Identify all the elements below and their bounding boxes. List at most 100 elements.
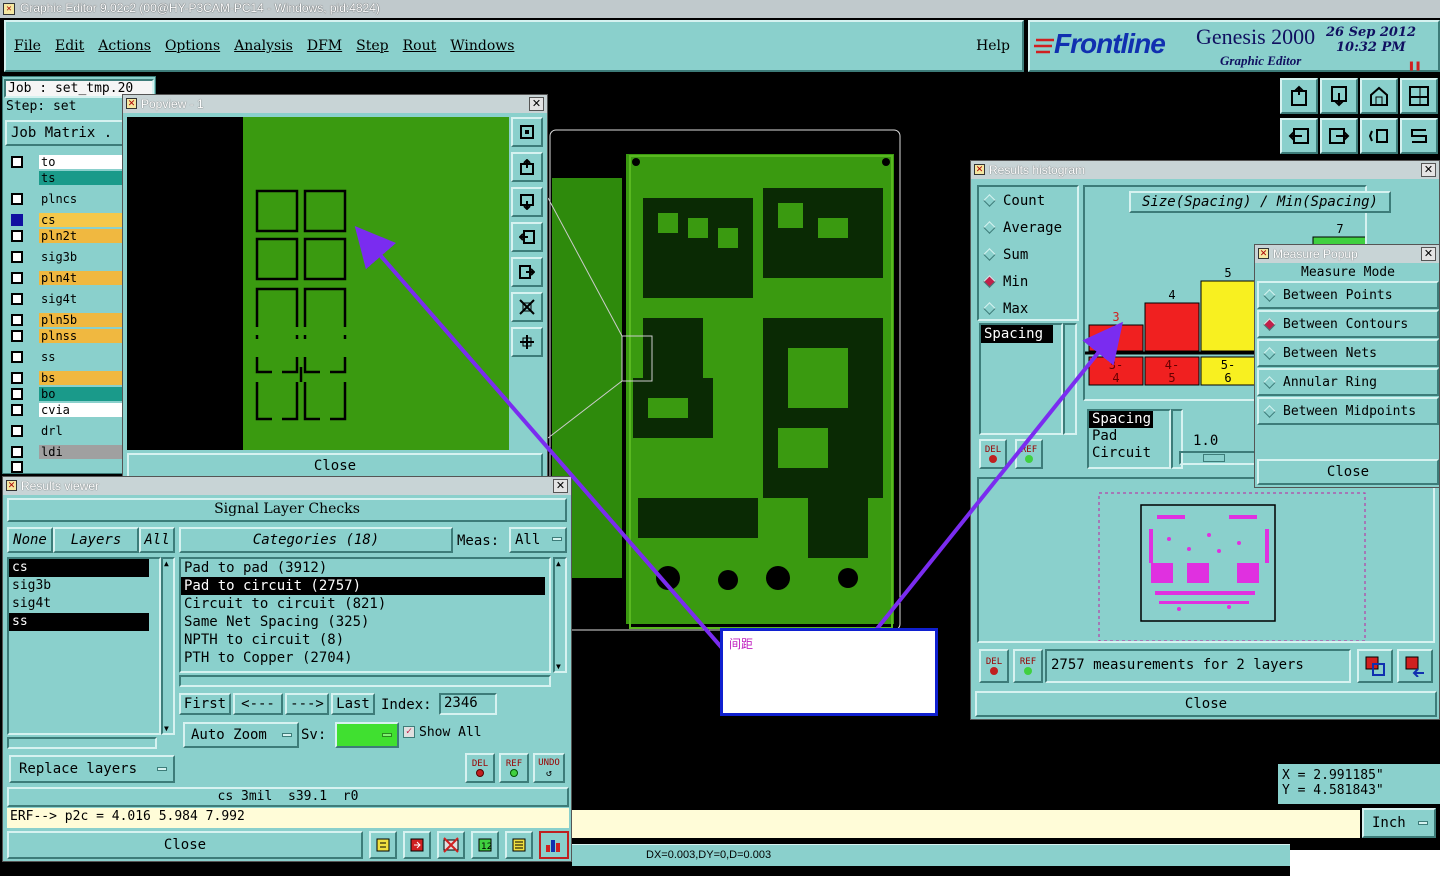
toolbar-left-icon[interactable] bbox=[1280, 118, 1318, 154]
layer-checkbox[interactable] bbox=[11, 351, 23, 363]
measure-between-contours[interactable]: Between Contours bbox=[1257, 310, 1439, 338]
layer-checkbox[interactable] bbox=[11, 156, 23, 168]
mode-max[interactable]: Max bbox=[983, 301, 1028, 317]
hist-ref-button[interactable]: REF bbox=[1015, 439, 1043, 469]
histogram-preview[interactable] bbox=[977, 477, 1435, 643]
layer-checkbox[interactable] bbox=[11, 272, 23, 284]
popview-zoom-icon[interactable] bbox=[511, 117, 543, 147]
export-icon[interactable] bbox=[403, 831, 431, 859]
layer-row[interactable]: sig3b bbox=[11, 250, 125, 264]
report-icon[interactable] bbox=[369, 831, 397, 859]
toolbar-house-icon[interactable] bbox=[1360, 78, 1398, 114]
layer-checkbox[interactable] bbox=[11, 193, 23, 205]
popview-up-icon[interactable] bbox=[511, 152, 543, 182]
menu-rout[interactable]: Rout bbox=[403, 38, 437, 54]
scroll-down-icon[interactable]: ▼ bbox=[164, 724, 169, 733]
popview-pan-icon[interactable] bbox=[511, 327, 543, 357]
layer-row[interactable] bbox=[11, 461, 125, 473]
layers-none-button[interactable]: None bbox=[7, 527, 53, 553]
layer-row[interactable]: cs bbox=[11, 213, 125, 227]
layer-checkbox[interactable] bbox=[11, 388, 23, 400]
histogram-bottom-list[interactable]: Spacing Pad Circuit bbox=[1087, 409, 1171, 469]
list-item[interactable]: Pad to pad (3912) bbox=[181, 559, 549, 577]
clear-icon[interactable] bbox=[437, 831, 465, 859]
show-all-checkbox[interactable]: ✓ bbox=[403, 726, 415, 738]
scale-slider[interactable] bbox=[1179, 451, 1259, 465]
layer-row[interactable]: bo bbox=[11, 387, 125, 401]
scroll-down-icon[interactable]: ▼ bbox=[556, 662, 561, 671]
list-item[interactable]: Circuit bbox=[1089, 445, 1169, 462]
layer-result-list[interactable]: cs sig3b sig4t ss bbox=[7, 557, 161, 735]
units-select[interactable]: Inch bbox=[1362, 808, 1436, 838]
layer-row[interactable]: ldi bbox=[11, 445, 125, 459]
sv-color-select[interactable] bbox=[335, 722, 399, 748]
histogram-bar[interactable] bbox=[1088, 324, 1144, 352]
toolbar-down-icon[interactable] bbox=[1320, 78, 1358, 114]
layer-checkbox[interactable] bbox=[11, 461, 23, 473]
menu-windows[interactable]: Windows bbox=[450, 38, 514, 54]
layer-list-vscroll[interactable]: ▲ ▼ bbox=[161, 557, 175, 735]
meas-select[interactable]: All bbox=[509, 527, 567, 553]
layer-checkbox[interactable] bbox=[11, 330, 23, 342]
list-item[interactable]: Circuit to circuit (821) bbox=[181, 595, 549, 613]
last-button[interactable]: Last bbox=[331, 693, 375, 715]
popview-canvas[interactable] bbox=[127, 117, 509, 450]
menu-analysis[interactable]: Analysis bbox=[234, 38, 293, 54]
prev-button[interactable]: <--- bbox=[233, 693, 283, 715]
auto-zoom-select[interactable]: Auto Zoom bbox=[183, 722, 299, 748]
list-item[interactable]: Pad to circuit (2757) bbox=[181, 577, 545, 595]
menu-actions[interactable]: Actions bbox=[98, 38, 151, 54]
layer-checkbox[interactable] bbox=[11, 293, 23, 305]
slider-thumb[interactable] bbox=[1203, 454, 1225, 462]
menu-options[interactable]: Options bbox=[165, 38, 220, 54]
preview-ref-button[interactable]: REF bbox=[1013, 649, 1043, 683]
layer-checkbox[interactable] bbox=[11, 425, 23, 437]
measure-close-button[interactable]: Close bbox=[1257, 459, 1439, 485]
layer-checkbox[interactable] bbox=[11, 230, 23, 242]
preview-del-button[interactable]: DEL bbox=[979, 649, 1009, 683]
list-item[interactable]: NPTH to circuit (8) bbox=[181, 631, 549, 649]
popview-close-icon[interactable]: ✕ bbox=[529, 97, 544, 111]
histogram-list-vscroll[interactable] bbox=[1063, 323, 1077, 435]
layer-checkbox[interactable] bbox=[11, 372, 23, 384]
histogram-icon[interactable] bbox=[539, 831, 569, 859]
radio-icon[interactable] bbox=[983, 194, 996, 207]
layer-row[interactable]: ss bbox=[11, 350, 125, 364]
list-item[interactable]: Same Net Spacing (325) bbox=[181, 613, 549, 631]
measure-between-midpoints[interactable]: Between Midpoints bbox=[1257, 397, 1439, 425]
measure-between-nets[interactable]: Between Nets bbox=[1257, 339, 1439, 367]
toolbar-rotate-icon[interactable] bbox=[1400, 118, 1438, 154]
layer-row[interactable]: plncs bbox=[11, 192, 125, 206]
results-close-button[interactable]: Close bbox=[7, 831, 363, 859]
layer-row[interactable]: ts bbox=[11, 171, 125, 185]
toolbar-right-icon[interactable] bbox=[1320, 118, 1358, 154]
notes-icon[interactable] bbox=[505, 831, 533, 859]
layer-row[interactable]: to bbox=[11, 155, 125, 169]
measure-annular-ring[interactable]: Annular Ring bbox=[1257, 368, 1439, 396]
menu-step[interactable]: Step bbox=[356, 38, 388, 54]
toolbar-home-icon[interactable] bbox=[1280, 78, 1318, 114]
layers-all-button[interactable]: All bbox=[139, 527, 175, 553]
toolbar-swap-icon[interactable] bbox=[1360, 118, 1398, 154]
layer-row[interactable]: drl bbox=[11, 424, 125, 438]
category-list[interactable]: Pad to pad (3912) Pad to circuit (2757) … bbox=[179, 557, 551, 673]
replace-layers-select[interactable]: Replace layers bbox=[9, 755, 175, 783]
histogram-bar[interactable] bbox=[1144, 302, 1200, 352]
step-icon[interactable]: 12 bbox=[471, 831, 499, 859]
ref-button[interactable]: REF bbox=[499, 753, 529, 783]
layer-checkbox[interactable] bbox=[11, 214, 23, 226]
layer-list-hscroll[interactable] bbox=[7, 737, 157, 749]
list-item[interactable]: PTH to Copper (2704) bbox=[181, 649, 549, 667]
radio-icon[interactable] bbox=[983, 221, 996, 234]
toolbar-window-icon[interactable] bbox=[1400, 78, 1438, 114]
category-list-vscroll[interactable]: ▲ ▼ bbox=[553, 557, 567, 673]
histogram-bar[interactable] bbox=[1200, 280, 1256, 352]
chart-export-icon[interactable] bbox=[1357, 649, 1393, 683]
menu-edit[interactable]: Edit bbox=[55, 38, 84, 54]
layers-header-button[interactable]: Layers bbox=[53, 527, 139, 553]
mode-min[interactable]: Min bbox=[983, 274, 1028, 290]
histogram-close-icon[interactable]: ✕ bbox=[1421, 163, 1436, 177]
hist-del-button[interactable]: DEL bbox=[979, 439, 1007, 469]
mode-count[interactable]: Count bbox=[983, 193, 1045, 209]
del-button[interactable]: DEL bbox=[465, 753, 495, 783]
